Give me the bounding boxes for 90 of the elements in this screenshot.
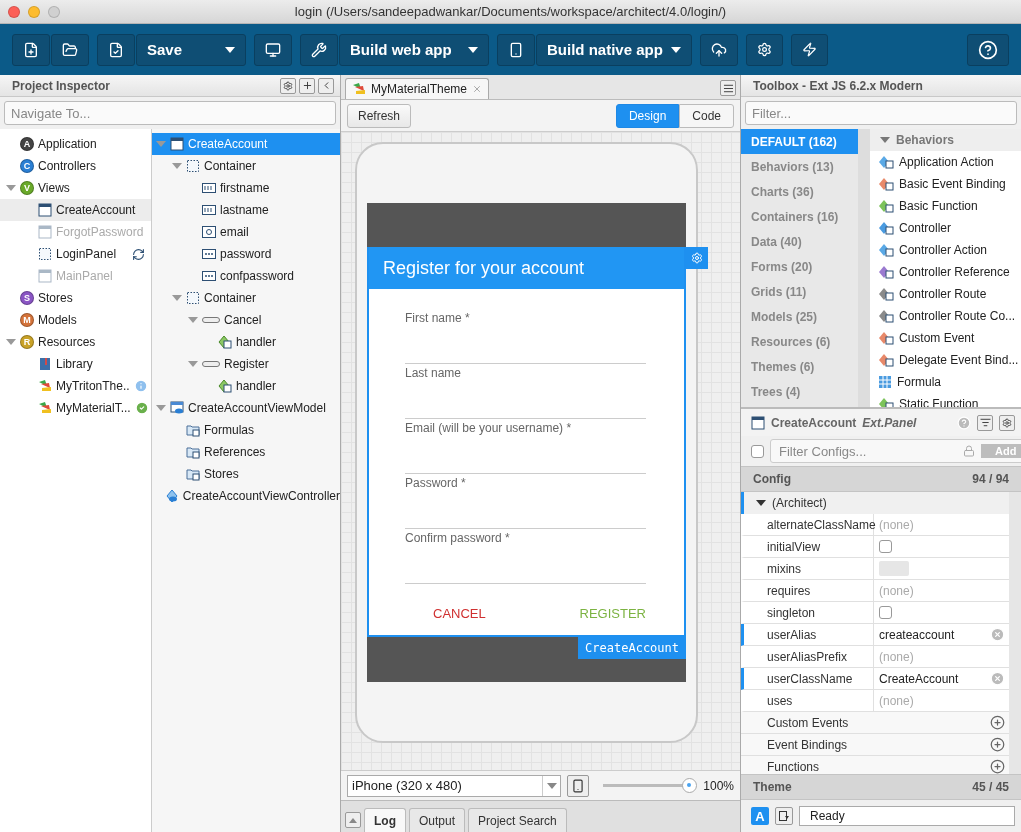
section-row[interactable]: Event Bindings: [741, 734, 1009, 756]
config-row[interactable]: singleton: [741, 602, 1009, 624]
tree-item[interactable]: MyTritonThe..: [0, 375, 151, 397]
letter-badge: C: [20, 159, 34, 173]
letter-badge: V: [20, 181, 34, 195]
tree-item[interactable]: C Controllers: [0, 155, 151, 177]
form-field[interactable]: Email (will be your username) *: [405, 419, 646, 474]
form-field[interactable]: First name *: [405, 309, 646, 364]
section-bar[interactable]: Theme 45 / 45: [741, 774, 1021, 800]
build-native-app-button[interactable]: Build native app: [536, 33, 692, 66]
cancel-button[interactable]: CANCEL: [433, 606, 486, 621]
filter-field[interactable]: Filter...: [745, 101, 1017, 125]
config-row[interactable]: userAlias createaccount: [741, 624, 1009, 646]
section-row[interactable]: Functions: [741, 756, 1009, 774]
tree-item[interactable]: email: [152, 221, 340, 243]
form-field[interactable]: Password *: [405, 474, 646, 529]
tree-item[interactable]: References: [152, 441, 340, 463]
tree-item[interactable]: CreateAccountViewController: [152, 485, 340, 507]
tree-item[interactable]: Cancel: [152, 309, 340, 331]
toolbox-item[interactable]: Application Action: [870, 151, 1021, 173]
letter-badge: A: [20, 137, 34, 151]
tree-item[interactable]: Container: [152, 155, 340, 177]
group-header[interactable]: (Architect): [741, 492, 1009, 514]
build-web-app-button[interactable]: Build web app: [339, 33, 489, 66]
section-title: Theme: [753, 780, 792, 794]
tree-item[interactable]: Library: [0, 353, 151, 375]
tree-item[interactable]: R Resources: [0, 331, 151, 353]
refresh-button[interactable]: Refresh: [347, 103, 412, 128]
toolbox-item[interactable]: Delegate Event Bind...: [870, 349, 1021, 371]
tree-item[interactable]: V Views: [0, 177, 151, 199]
config-row[interactable]: alternateClassName (none): [741, 514, 1009, 536]
tree-item[interactable]: M Models: [0, 309, 151, 331]
toolbox-item[interactable]: Custom Event: [870, 327, 1021, 349]
component-type: Ext.Panel: [862, 415, 918, 430]
letter-badge: R: [20, 335, 34, 349]
letter-badge: M: [20, 313, 34, 327]
tree-item[interactable]: confpassword: [152, 265, 340, 287]
tree-item[interactable]: Container: [152, 287, 340, 309]
section-header[interactable]: Behaviors: [870, 129, 1021, 151]
tree-item[interactable]: handler: [152, 331, 340, 353]
tree-item[interactable]: CreateAccountViewModel: [152, 397, 340, 419]
component-name: CreateAccount: [771, 415, 857, 430]
config-row[interactable]: userAliasPrefix (none): [741, 646, 1009, 668]
config-row[interactable]: mixins: [741, 558, 1009, 580]
toolbox-item[interactable]: Controller Route Co...: [870, 305, 1021, 327]
config-count: 45 / 45: [972, 780, 1009, 794]
tree-item[interactable]: password: [152, 243, 340, 265]
tree-item[interactable]: handler: [152, 375, 340, 397]
config-count: 94 / 94: [972, 472, 1009, 486]
tree-item[interactable]: S Stores: [0, 287, 151, 309]
search-field[interactable]: Navigate To...: [4, 101, 336, 125]
zoom-reading: 100%: [703, 778, 734, 793]
toolbox-item[interactable]: Controller Action: [870, 239, 1021, 261]
document-tab[interactable]: MyMaterialTheme: [345, 78, 490, 99]
config-row[interactable]: userClassName CreateAccount: [741, 668, 1009, 690]
tree-item[interactable]: MyMaterialT...: [0, 397, 151, 419]
letter-badge: S: [20, 291, 34, 305]
tree-item[interactable]: LoginPanel: [0, 243, 151, 265]
config-row[interactable]: requires (none): [741, 580, 1009, 602]
config-row[interactable]: initialView: [741, 536, 1009, 558]
tree-item[interactable]: lastname: [152, 199, 340, 221]
section-title: Config: [753, 472, 791, 486]
tree-item[interactable]: A Application: [0, 133, 151, 155]
section-bar[interactable]: Config 94 / 94: [741, 466, 1021, 492]
toolbox-item[interactable]: Basic Function: [870, 195, 1021, 217]
toolbox-item[interactable]: Formula: [870, 371, 1021, 393]
panel-tab[interactable]: Project Search: [468, 808, 567, 832]
toolbox-item[interactable]: Basic Event Binding: [870, 173, 1021, 195]
status-field: Ready: [799, 806, 1015, 826]
device-dropdown[interactable]: iPhone (320 x 480): [347, 774, 562, 797]
form-field[interactable]: Confirm password *: [405, 529, 646, 584]
toolbox-item[interactable]: Controller Route: [870, 283, 1021, 305]
form-title: Register for your account: [369, 247, 684, 289]
panel-title: Toolbox - Ext JS 6.2.x Modern: [753, 78, 924, 93]
tree-item[interactable]: Stores: [152, 463, 340, 485]
form-field[interactable]: Last name: [405, 364, 646, 419]
save-button[interactable]: Save: [136, 33, 246, 66]
component-label: CreateAccount: [578, 637, 686, 659]
mode-tab[interactable]: Code: [679, 103, 734, 128]
tree-item[interactable]: Formulas: [152, 419, 340, 441]
panel-tab[interactable]: Output: [409, 808, 466, 832]
toolbox-item[interactable]: Controller Reference: [870, 261, 1021, 283]
tree-item[interactable]: CreateAccount: [0, 199, 151, 221]
tree-item[interactable]: firstname: [152, 177, 340, 199]
tree-item[interactable]: Register: [152, 353, 340, 375]
window-title: login (/Users/sandeepadwankar/Documents/workspace/architect/4.0/login/): [293, 4, 728, 19]
toolbox-item[interactable]: Controller: [870, 217, 1021, 239]
section-row[interactable]: Custom Events: [741, 712, 1009, 734]
panel-title: Project Inspector: [12, 78, 112, 93]
panel-tab[interactable]: Log: [364, 808, 406, 832]
